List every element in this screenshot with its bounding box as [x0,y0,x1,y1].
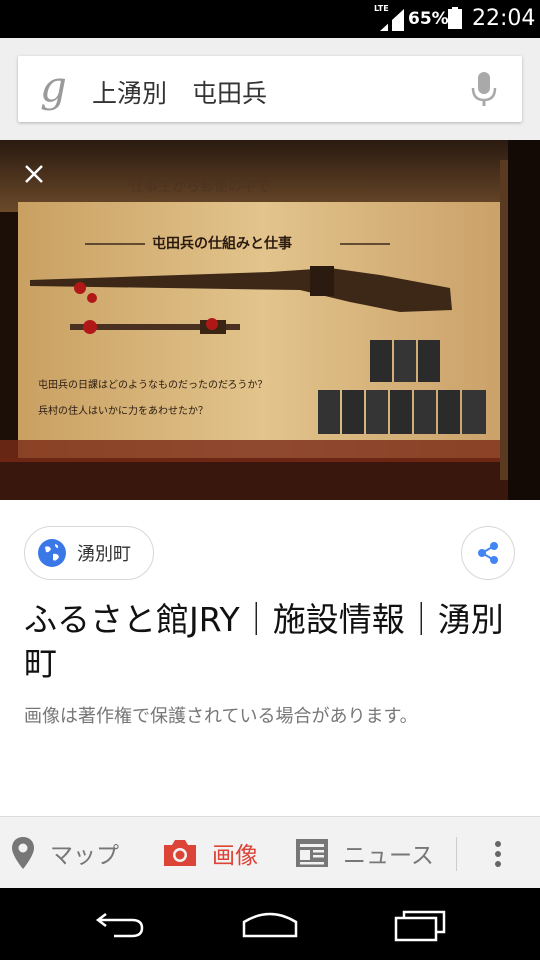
mic-icon[interactable] [470,72,498,108]
back-icon[interactable] [92,902,148,946]
nav-bar [0,888,540,960]
status-bar: LTE 65% 22:04 [0,0,540,38]
battery-percent: 65% [408,9,449,29]
exhibit-top-text: 仕事生から郵便の中で [130,179,270,195]
close-icon[interactable] [20,160,48,188]
tab-bar: マップ 画像 ニュース [0,816,540,889]
search-box[interactable]: g 上湧別 屯田兵 [18,56,522,122]
signal-icon [380,9,404,31]
result-image[interactable]: 仕事生から郵便の中で 屯田兵の仕組みと仕事 屯田兵の日課はどのようなものだったの… [0,140,540,500]
more-options-icon[interactable] [488,839,508,869]
globe-icon [38,539,66,567]
result-title[interactable]: ふるさと館JRY｜施設情報｜湧別町 [24,598,524,686]
google-g-icon[interactable]: g [40,62,67,111]
tab-divider [456,837,457,871]
exhibit-photo [0,140,540,500]
recents-icon[interactable] [392,902,452,946]
search-area: g 上湧別 屯田兵 [0,38,540,140]
tab-label: 画像 [212,843,258,869]
map-pin-icon [12,837,34,869]
home-icon[interactable] [240,902,300,946]
exhibit-heading: 屯田兵の仕組みと仕事 [152,236,292,252]
share-button[interactable] [461,526,515,580]
clock: 22:04 [472,6,536,31]
tab-label: ニュース [343,843,434,869]
tab-news[interactable]: ニュース [295,817,434,889]
result-details: 湧別町 ふるさと館JRY｜施設情報｜湧別町 画像は著作権で保護されている場合があ… [0,500,540,816]
exhibit-question-1: 屯田兵の日課はどのようなものだったのだろうか？ [38,380,268,391]
tab-maps[interactable]: マップ [10,817,119,889]
exhibit-question-2: 兵村の住人はいかに力をあわせたか？ [38,406,208,417]
tab-images[interactable]: 画像 [162,817,258,889]
copyright-note: 画像は著作権で保護されている場合があります。 [24,706,418,727]
search-input[interactable]: 上湧別 屯田兵 [92,74,267,110]
share-icon [478,542,498,564]
source-label: 湧別町 [77,544,131,565]
tab-label: マップ [50,843,119,869]
news-icon [296,839,328,867]
source-chip[interactable]: 湧別町 [24,526,154,580]
camera-icon [164,840,196,866]
battery-icon [448,7,462,29]
